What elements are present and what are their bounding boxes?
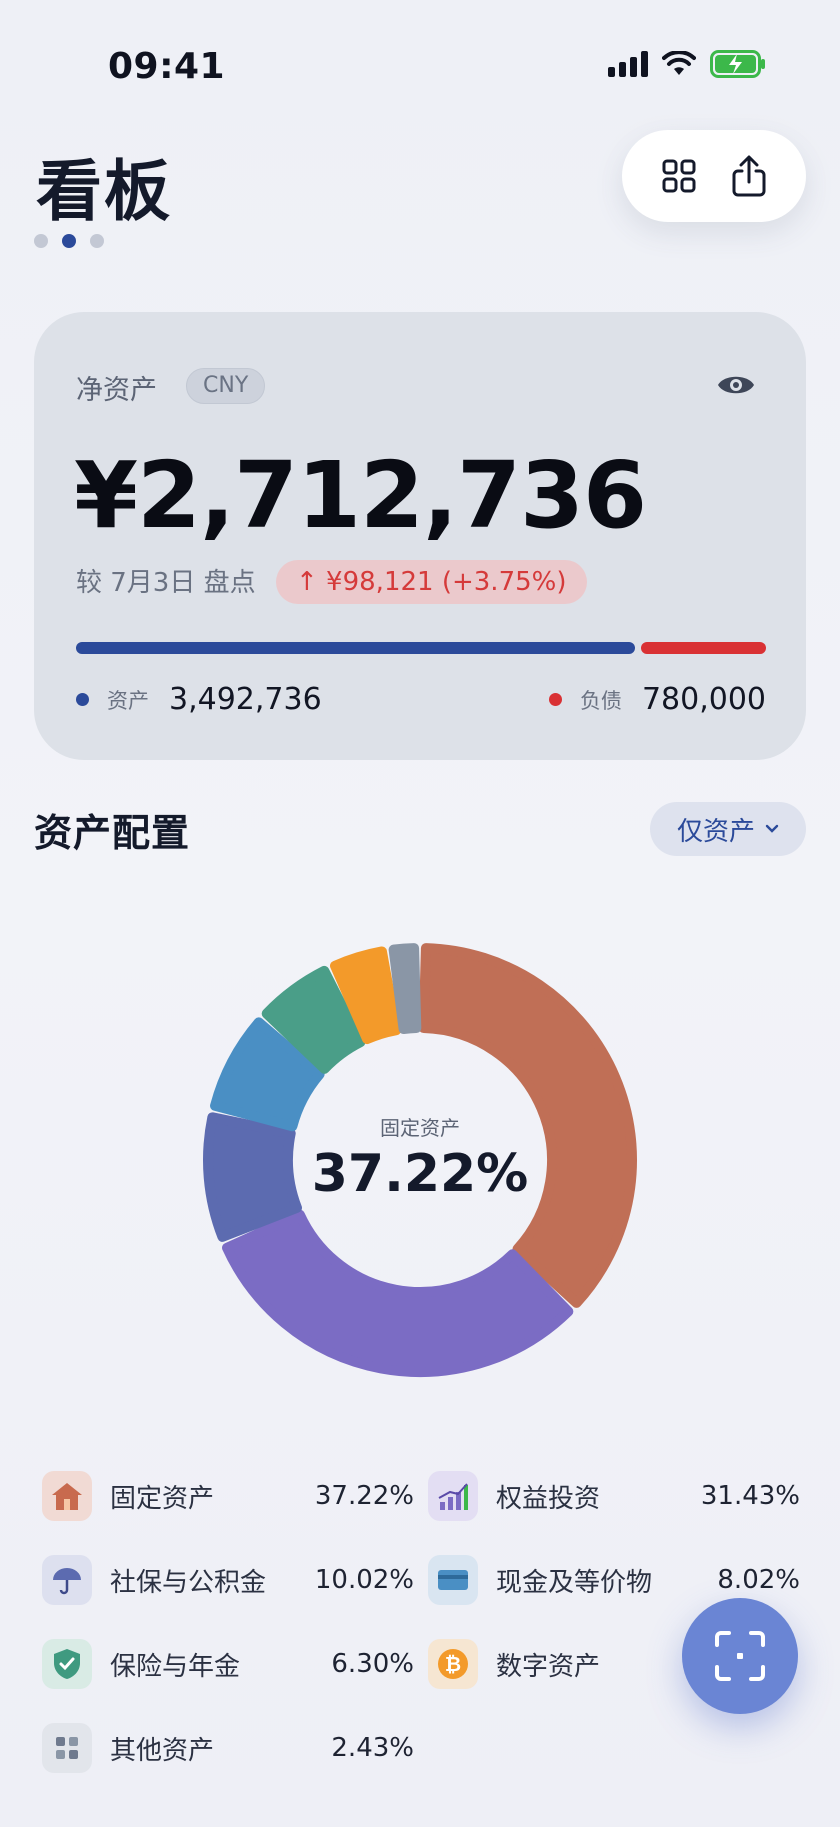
donut-slice-7[interactable] [388,943,422,1035]
allocation-item-name: 社保与公积金 [110,1567,267,1598]
liabilities-value: 780,000 [641,682,766,717]
net-worth-value: ¥2,712,736 [74,442,647,549]
page-indicator[interactable] [34,234,104,248]
donut-center-value: 37.22% [311,1144,529,1204]
liabilities-summary: 负债 780,000 [548,682,766,717]
page-dot[interactable] [90,234,104,248]
net-worth-label: 净资产 [76,375,157,406]
change-badge: ↑ ¥98,121 (+3.75%) [276,560,587,604]
assets-liabilities-bar [76,642,766,654]
donut-slice-2[interactable] [222,1209,574,1377]
liabilities-bar-segment [641,642,766,654]
share-button[interactable] [725,152,773,200]
chevron-down-icon [765,824,779,833]
assets-dot [76,693,89,706]
page-title: 看板 [36,153,172,230]
card-icon [428,1555,478,1605]
header-actions [622,130,806,222]
wifi-icon [662,51,696,75]
status-time: 09:41 [108,46,226,87]
battery-charging-icon [710,50,765,78]
allocation-item-fixed[interactable]: 固定资产 37.22% [42,1468,414,1524]
allocation-item-name: 现金及等价物 [496,1567,653,1598]
house-icon [42,1471,92,1521]
compare-text: 较 7月3日 盘点 [76,568,256,598]
cellular-signal-icon [608,51,648,77]
grid-view-button[interactable] [655,152,703,200]
liabilities-label: 负债 [579,688,622,713]
assets-summary: 资产 3,492,736 [76,682,322,717]
allocation-item-name: 固定资产 [110,1483,215,1514]
donut-center-label: 固定资产 [380,1116,460,1140]
toggle-visibility-button[interactable] [716,370,756,400]
allocation-item-pct: 6.30% [331,1649,414,1679]
scan-icon [715,1631,765,1681]
page-dot-active[interactable] [62,234,76,248]
grid-squares-icon [42,1723,92,1773]
allocation-item-pct: 2.43% [331,1733,414,1763]
assets-bar-segment [76,642,635,654]
grid-icon [662,159,696,193]
chart-icon [428,1471,478,1521]
allocation-item-name: 权益投资 [496,1483,601,1514]
allocation-item-pct: 8.02% [717,1565,800,1595]
allocation-item-name: 保险与年金 [110,1651,241,1682]
assets-label: 资产 [107,688,149,713]
allocation-item-name: 数字资产 [496,1651,601,1682]
status-icons [608,50,766,78]
allocation-item-equity[interactable]: 权益投资 31.43% [428,1468,800,1524]
filter-label: 仅资产 [676,816,755,847]
allocation-donut-chart[interactable]: 固定资产 37.22% [160,900,680,1420]
eye-icon [718,376,754,394]
allocation-item-pct: 10.02% [314,1565,414,1595]
allocation-item-pct: 37.22% [314,1481,414,1511]
currency-badge: CNY [186,368,266,404]
page-dot[interactable] [34,234,48,248]
allocation-item-insurance[interactable]: 保险与年金 6.30% [42,1636,414,1692]
allocation-item-other[interactable]: 其他资产 2.43% [42,1720,414,1776]
allocation-title: 资产配置 [34,811,191,855]
scan-fab-button[interactable] [682,1598,798,1714]
dashboard-screen: 09:41 看板 净资产 CNY ¥2,712,736 较 7月3日 盘点 ↑ … [0,0,840,1827]
allocation-filter-dropdown[interactable]: 仅资产 [650,802,806,856]
net-worth-card[interactable]: 净资产 CNY ¥2,712,736 较 7月3日 盘点 ↑ ¥98,121 (… [34,312,806,760]
shield-icon [42,1639,92,1689]
allocation-item-social[interactable]: 社保与公积金 10.02% [42,1552,414,1608]
umbrella-icon [42,1555,92,1605]
svg-text:₿: ₿ [445,1652,461,1676]
allocation-item-name: 其他资产 [110,1735,215,1766]
share-icon [732,155,766,197]
bitcoin-icon: ₿ [428,1639,478,1689]
allocation-item-pct: 31.43% [700,1481,800,1511]
status-bar: 09:41 [0,40,840,90]
assets-value: 3,492,736 [169,682,322,717]
allocation-item-digital[interactable]: ₿ 数字资产 [428,1636,648,1692]
liabilities-dot [548,693,562,706]
